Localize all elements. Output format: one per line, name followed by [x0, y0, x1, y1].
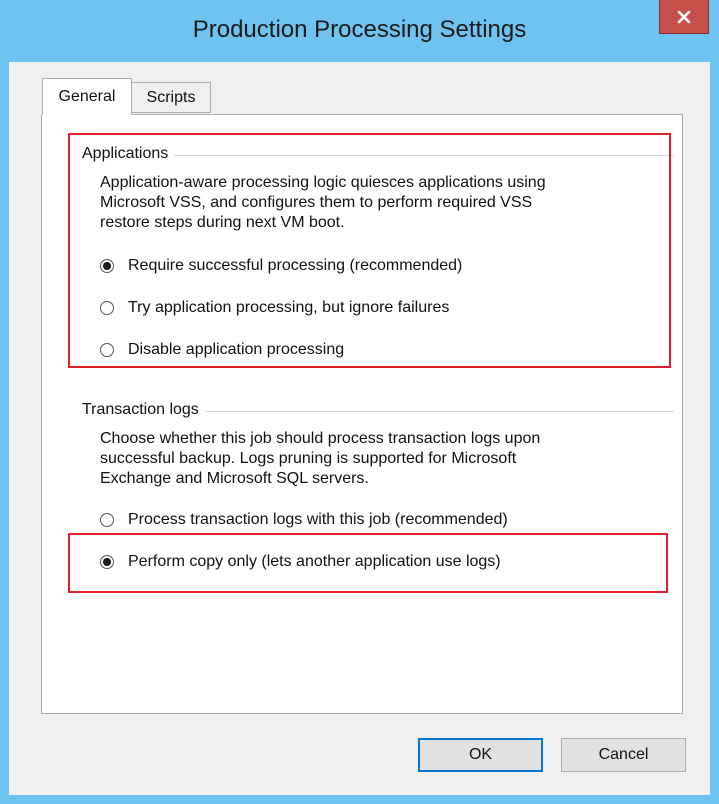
dialog-window: Production Processing Settings General S…: [0, 0, 719, 804]
applications-highlight-box: [68, 133, 671, 368]
radio-unchecked-icon: [100, 343, 114, 357]
radio-checked-icon: [100, 555, 114, 569]
radio-label: Process transaction logs with this job (…: [128, 511, 508, 528]
radio-disable-processing[interactable]: Disable application processing: [100, 339, 344, 361]
radio-label: Perform copy only (lets another applicat…: [128, 553, 501, 570]
tab-scripts[interactable]: Scripts: [131, 82, 211, 113]
cancel-button[interactable]: Cancel: [561, 738, 686, 772]
transaction-logs-description: Choose whether this job should process t…: [100, 430, 541, 487]
transaction-logs-group-title: Transaction logs: [82, 401, 205, 419]
tab-panel-general: Applications Application-aware processin…: [41, 114, 683, 714]
radio-process-transaction-logs[interactable]: Process transaction logs with this job (…: [100, 509, 508, 531]
radio-copy-only[interactable]: Perform copy only (lets another applicat…: [100, 551, 501, 573]
radio-checked-icon: [100, 259, 114, 273]
radio-label: Require successful processing (recommend…: [128, 257, 463, 274]
window-title: Production Processing Settings: [192, 16, 527, 43]
radio-label: Disable application processing: [128, 341, 345, 358]
tab-general[interactable]: General: [42, 78, 132, 115]
title-bar[interactable]: Production Processing Settings: [0, 0, 719, 62]
radio-unchecked-icon: [100, 513, 114, 527]
close-icon: [677, 10, 691, 23]
radio-unchecked-icon: [100, 301, 114, 315]
radio-require-successful[interactable]: Require successful processing (recommend…: [100, 255, 462, 277]
radio-label: Try application processing, but ignore f…: [128, 299, 450, 316]
dialog-client-area: General Scripts Applications Application…: [9, 62, 710, 795]
applications-group-title: Applications: [82, 145, 175, 163]
applications-description: Application-aware processing logic quies…: [100, 174, 546, 231]
radio-try-processing[interactable]: Try application processing, but ignore f…: [100, 297, 449, 319]
close-button[interactable]: [659, 0, 709, 34]
ok-button[interactable]: OK: [418, 738, 543, 772]
